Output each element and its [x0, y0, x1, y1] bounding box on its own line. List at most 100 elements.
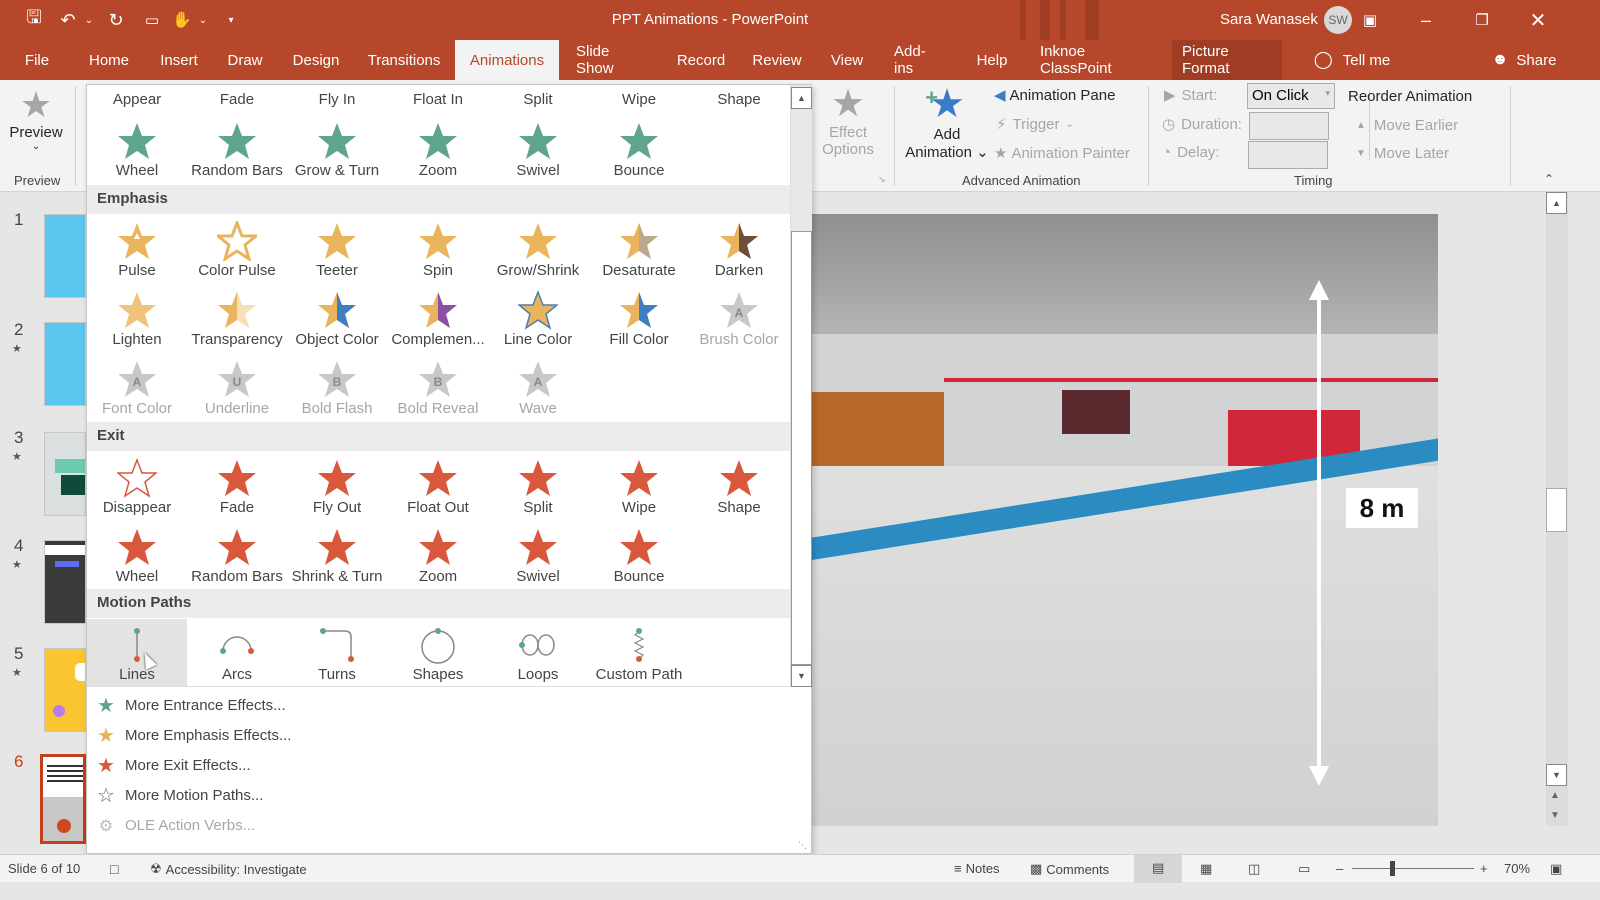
effect-entrance-split[interactable]: Split [488, 91, 588, 115]
effect-emphasis-spin[interactable]: Spin [388, 215, 488, 283]
tab-animations[interactable]: Animations [455, 40, 559, 80]
effect-exit-wheel[interactable]: Wheel [87, 521, 187, 589]
effect-exit-fly-out[interactable]: Fly Out [287, 452, 387, 520]
tab-inknoe-classpoint[interactable]: Inknoe ClassPoint [1030, 40, 1162, 80]
slide-thumbnail-1[interactable] [44, 214, 86, 298]
scroll-up-button[interactable]: ▲ [1546, 192, 1567, 214]
duration-spinner[interactable] [1249, 112, 1329, 140]
effect-emphasis-object-color[interactable]: Object Color [287, 284, 387, 352]
measure-label[interactable]: 8 m [1346, 488, 1418, 528]
effect-motion-turns[interactable]: Turns [287, 619, 387, 687]
effect-emphasis-desaturate[interactable]: Desaturate [589, 215, 689, 283]
effect-entrance-fade[interactable]: Fade [187, 91, 287, 115]
gallery-scroll-down-button[interactable]: ▼ [791, 665, 812, 687]
dialog-launcher-icon[interactable]: ↘ [878, 174, 886, 185]
animation-pane-button[interactable]: ◀ Animation Pane [994, 86, 1115, 105]
tab-review[interactable]: Review [746, 40, 808, 80]
ribbon-display-options-icon[interactable]: ▣ [1350, 6, 1390, 34]
effect-exit-float-out[interactable]: Float Out [388, 452, 488, 520]
spell-check-icon[interactable]: □ [110, 861, 118, 877]
effect-exit-wipe[interactable]: Wipe [589, 452, 689, 520]
tab-view[interactable]: View [822, 40, 872, 80]
effect-emphasis-fill-color[interactable]: Fill Color [589, 284, 689, 352]
slide-thumbnail-5[interactable] [44, 648, 86, 732]
resize-grip-icon[interactable]: ⋱ [798, 840, 807, 851]
restore-icon[interactable]: ❐ [1462, 6, 1502, 34]
effect-exit-random-bars[interactable]: Random Bars [187, 521, 287, 589]
next-slide-icon[interactable]: ▼ [1550, 810, 1560, 821]
effect-entrance-grow-turn[interactable]: Grow & Turn [287, 115, 387, 183]
tab-slide-show[interactable]: Slide Show [566, 40, 656, 80]
effect-exit-swivel[interactable]: Swivel [488, 521, 588, 589]
menu-item-more-emphasis-effects[interactable]: ★ More Emphasis Effects... [87, 720, 790, 750]
effect-emphasis-line-color[interactable]: Line Color [488, 284, 588, 352]
tab-draw[interactable]: Draw [220, 40, 270, 80]
tab-insert[interactable]: Insert [152, 40, 206, 80]
slide-gym-photo[interactable]: 8 m [812, 214, 1438, 826]
tab-record[interactable]: Record [670, 40, 732, 80]
effect-emphasis-bold-flash[interactable]: B Bold Flash [287, 353, 387, 421]
effect-entrance-fly-in[interactable]: Fly In [287, 91, 387, 115]
menu-item-more-entrance-effects[interactable]: ★ More Entrance Effects... [87, 690, 790, 720]
effect-entrance-wheel[interactable]: Wheel [87, 115, 187, 183]
delay-spinner[interactable] [1248, 141, 1328, 169]
trigger-button[interactable]: ⚡ Trigger ⌄ [996, 115, 1074, 134]
effect-emphasis-brush-color[interactable]: A Brush Color [689, 284, 789, 352]
zoom-out-button[interactable]: – [1336, 861, 1343, 876]
comments-button[interactable]: ▩ Comments [1030, 861, 1109, 877]
effect-emphasis-wave[interactable]: A Wave [488, 353, 588, 421]
scroll-down-button[interactable]: ▼ [1546, 764, 1567, 786]
effect-emphasis-complemen[interactable]: Complemen... [388, 284, 488, 352]
zoom-slider[interactable] [1352, 868, 1474, 869]
effect-entrance-shape[interactable]: Shape [689, 91, 789, 115]
minimize-icon[interactable]: – [1406, 6, 1446, 34]
gallery-scrollbar[interactable]: ▲ ▼ [790, 85, 812, 687]
previous-slide-icon[interactable]: ▲ [1550, 790, 1560, 801]
zoom-level[interactable]: 70% [1504, 861, 1530, 876]
user-name[interactable]: Sara Wanasek [1220, 11, 1318, 28]
move-earlier-button[interactable]: ▲ Move Earlier [1356, 117, 1458, 134]
tab-home[interactable]: Home [80, 40, 138, 80]
effect-emphasis-teeter[interactable]: Teeter [287, 215, 387, 283]
effect-motion-loops[interactable]: Loops [488, 619, 588, 687]
tell-me-search[interactable]: ◯ Tell me [1302, 40, 1402, 80]
collapse-ribbon-icon[interactable]: ⌃ [1544, 172, 1554, 186]
tab-transitions[interactable]: Transitions [362, 40, 446, 80]
effect-motion-shapes[interactable]: Shapes [388, 619, 488, 687]
effect-exit-shape[interactable]: Shape [689, 452, 789, 520]
avatar[interactable]: SW [1324, 6, 1352, 34]
effect-emphasis-pulse[interactable]: Pulse [87, 215, 187, 283]
effect-emphasis-darken[interactable]: Darken [689, 215, 789, 283]
tab-picture-format[interactable]: Picture Format [1172, 40, 1282, 80]
effect-motion-lines[interactable]: Lines [87, 619, 187, 687]
effect-emphasis-color-pulse[interactable]: Color Pulse [187, 215, 287, 283]
notes-button[interactable]: ≡ Notes [954, 861, 1000, 876]
slide-thumbnail-4[interactable] [44, 540, 86, 624]
effect-emphasis-font-color[interactable]: A Font Color [87, 353, 187, 421]
zoom-in-button[interactable]: + [1480, 861, 1488, 876]
effect-exit-split[interactable]: Split [488, 452, 588, 520]
menu-item-ole-action-verbs[interactable]: ⚙ OLE Action Verbs... [87, 810, 790, 840]
slide-thumbnail-2[interactable] [44, 322, 86, 406]
gallery-scroll-thumb[interactable] [791, 231, 812, 665]
scroll-thumb[interactable] [1546, 488, 1567, 532]
effect-emphasis-grow-shrink[interactable]: Grow/Shrink [488, 215, 588, 283]
effect-exit-disappear[interactable]: Disappear [87, 452, 187, 520]
normal-view-button[interactable]: ▤ [1134, 855, 1182, 883]
effect-exit-zoom[interactable]: Zoom [388, 521, 488, 589]
slide-info[interactable]: Slide 6 of 10 [8, 861, 80, 876]
slide-show-view-icon[interactable]: ▭ [1298, 861, 1310, 877]
effect-emphasis-bold-reveal[interactable]: B Bold Reveal [388, 353, 488, 421]
zoom-slider-handle[interactable] [1390, 861, 1395, 876]
tab-design[interactable]: Design [284, 40, 348, 80]
effect-emphasis-lighten[interactable]: Lighten [87, 284, 187, 352]
effect-motion-arcs[interactable]: Arcs [187, 619, 287, 687]
slide-sorter-view-icon[interactable]: ▦ [1200, 861, 1212, 877]
slide-thumbnail-6[interactable] [40, 754, 86, 844]
start-select[interactable]: On Click ▾ [1247, 83, 1335, 109]
effect-entrance-appear[interactable]: Appear [87, 91, 187, 115]
move-later-button[interactable]: ▼ Move Later [1356, 145, 1449, 162]
share-button[interactable]: ☻ Share [1474, 40, 1574, 80]
fit-slide-icon[interactable]: ▣ [1550, 861, 1562, 877]
preview-button[interactable]: ★ Preview ⌄ [9, 86, 62, 162]
